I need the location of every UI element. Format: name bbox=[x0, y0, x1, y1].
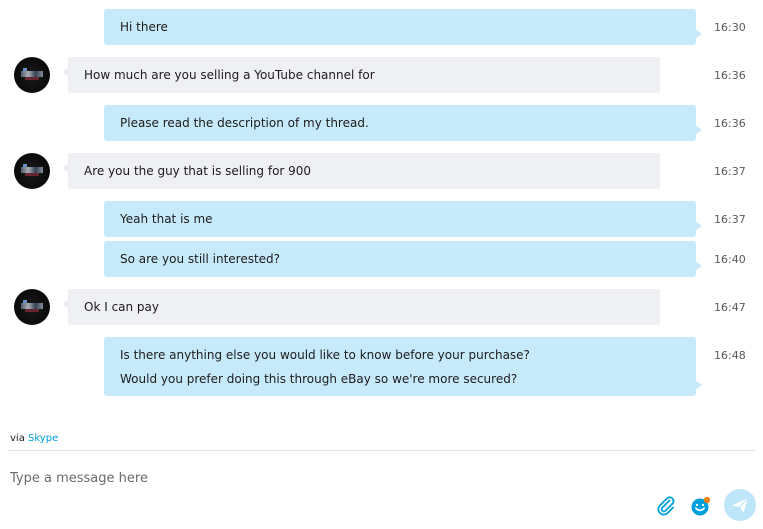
avatar-image-detail bbox=[23, 300, 27, 303]
send-button[interactable] bbox=[724, 489, 756, 521]
message-timestamp: 16:47 bbox=[714, 301, 746, 314]
contact-avatar[interactable] bbox=[14, 153, 50, 189]
message-text-line: Is there anything else you would like to… bbox=[120, 348, 530, 362]
avatar-image-detail bbox=[25, 173, 39, 176]
avatar-image-detail bbox=[23, 68, 27, 71]
paperclip-icon[interactable] bbox=[656, 495, 676, 517]
message-timestamp: 16:37 bbox=[714, 213, 746, 226]
message-text: Hi there bbox=[120, 20, 168, 34]
message-bubble-outgoing[interactable]: Yeah that is me bbox=[104, 201, 702, 237]
message-timestamp: 16:37 bbox=[714, 165, 746, 178]
message-bubble-incoming[interactable]: Are you the guy that is selling for 900 bbox=[62, 153, 660, 189]
message-bubble-incoming[interactable]: How much are you selling a YouTube chann… bbox=[62, 57, 660, 93]
message-bubble-outgoing[interactable]: Is there anything else you would like to… bbox=[104, 337, 702, 396]
compose-divider bbox=[8, 450, 756, 451]
message-timestamp: 16:36 bbox=[714, 117, 746, 130]
message-timestamp: 16:40 bbox=[714, 253, 746, 266]
message-bubble-outgoing[interactable]: Please read the description of my thread… bbox=[104, 105, 702, 141]
message-timestamp: 16:30 bbox=[714, 21, 746, 34]
contact-avatar[interactable] bbox=[14, 289, 50, 325]
send-icon bbox=[732, 497, 749, 513]
message-text: Are you the guy that is selling for 900 bbox=[84, 164, 312, 178]
message-input[interactable] bbox=[0, 462, 640, 494]
message-bubble-outgoing[interactable]: So are you still interested? bbox=[104, 241, 702, 277]
message-timestamp: 16:36 bbox=[714, 69, 746, 82]
avatar-image-detail bbox=[25, 77, 39, 80]
message-text: How much are you selling a YouTube chann… bbox=[84, 68, 375, 82]
message-bubble-outgoing[interactable]: Hi there bbox=[104, 9, 702, 45]
via-source: via Skype bbox=[10, 433, 58, 444]
message-text: So are you still interested? bbox=[120, 252, 281, 266]
message-text: Yeah that is me bbox=[120, 212, 213, 226]
message-text: Please read the description of my thread… bbox=[120, 116, 369, 130]
via-prefix: via bbox=[10, 433, 25, 444]
emoticon-icon[interactable] bbox=[690, 495, 712, 517]
chat-window: Hi there 16:30 How much are you selling … bbox=[0, 0, 763, 529]
message-timestamp: 16:48 bbox=[714, 349, 746, 362]
message-text-line: Would you prefer doing this through eBay… bbox=[120, 372, 518, 386]
via-skype-link[interactable]: Skype bbox=[28, 433, 58, 444]
avatar-image-detail bbox=[25, 309, 39, 312]
avatar-image-detail bbox=[23, 164, 27, 167]
message-bubble-incoming[interactable]: Ok I can pay bbox=[62, 289, 660, 325]
contact-avatar[interactable] bbox=[14, 57, 50, 93]
message-text: Ok I can pay bbox=[84, 300, 160, 314]
